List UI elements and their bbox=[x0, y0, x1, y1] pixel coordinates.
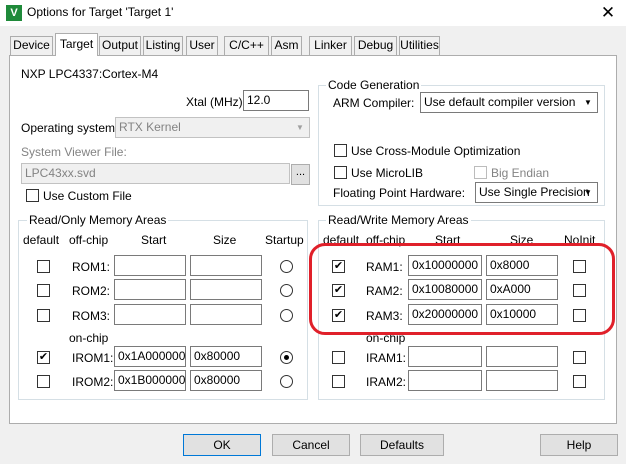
tab-cc[interactable]: C/C++ bbox=[224, 36, 269, 55]
chevron-down-icon: ▼ bbox=[584, 188, 592, 197]
rom-default-checkbox[interactable] bbox=[37, 260, 50, 273]
ram-noinit-checkbox[interactable] bbox=[573, 351, 586, 364]
fpu-select-value: Use Single Precision bbox=[479, 185, 590, 199]
rom-startup-radio[interactable] bbox=[280, 375, 293, 388]
svf-label: System Viewer File: bbox=[21, 145, 127, 159]
xtal-input[interactable]: 12.0 bbox=[243, 90, 309, 111]
svf-input[interactable]: LPC43xx.svd bbox=[21, 163, 290, 184]
custom-file-checkbox[interactable] bbox=[26, 189, 39, 202]
code-generation-title: Code Generation bbox=[326, 78, 422, 92]
os-select-value: RTX Kernel bbox=[119, 120, 181, 134]
window-title: Options for Target 'Target 1' bbox=[27, 5, 174, 19]
fpu-select[interactable]: Use Single Precision ▼ bbox=[475, 182, 598, 203]
rom-startup-radio[interactable] bbox=[280, 284, 293, 297]
rom-onchip-label: on-chip bbox=[69, 331, 109, 345]
ok-button[interactable]: OK bbox=[183, 434, 261, 456]
ram-start-input[interactable] bbox=[408, 346, 482, 367]
tab-listing[interactable]: Listing bbox=[143, 36, 183, 55]
rom-header-default: default bbox=[23, 233, 60, 247]
cross-module-checkbox[interactable] bbox=[334, 144, 347, 157]
rom-header-offchip: off-chip bbox=[69, 233, 109, 247]
rom-start-input[interactable] bbox=[114, 255, 186, 276]
title-bar: V Options for Target 'Target 1' ✕ bbox=[0, 0, 626, 26]
cancel-button[interactable]: Cancel bbox=[272, 434, 350, 456]
rom-row-label: IROM1: bbox=[72, 351, 114, 365]
rom-row-label: ROM2: bbox=[72, 284, 111, 298]
cross-module-label: Use Cross-Module Optimization bbox=[351, 144, 521, 158]
microlib-checkbox[interactable] bbox=[334, 166, 347, 179]
rom-size-input[interactable] bbox=[190, 304, 262, 325]
tab-device[interactable]: Device bbox=[10, 36, 53, 55]
big-endian-label: Big Endian bbox=[491, 166, 550, 180]
os-select[interactable]: RTX Kernel ▼ bbox=[115, 117, 310, 138]
rom-size-input[interactable]: 0x80000 bbox=[190, 370, 262, 391]
rom-startup-radio[interactable] bbox=[280, 351, 293, 364]
ram-start-input[interactable] bbox=[408, 370, 482, 391]
rom-header-start: Start bbox=[141, 233, 167, 247]
rom-row-label: ROM3: bbox=[72, 309, 111, 323]
rom-header-size: Size bbox=[213, 233, 237, 247]
rom-size-input[interactable]: 0x80000 bbox=[190, 346, 262, 367]
ram-row-label: IRAM1: bbox=[366, 351, 407, 365]
browse-button[interactable]: ... bbox=[291, 164, 310, 185]
xtal-label: Xtal (MHz): bbox=[186, 95, 246, 109]
compiler-select[interactable]: Use default compiler version ▼ bbox=[420, 92, 598, 113]
rom-startup-radio[interactable] bbox=[280, 309, 293, 322]
ram-noinit-checkbox[interactable] bbox=[573, 375, 586, 388]
rom-default-checkbox[interactable] bbox=[37, 284, 50, 297]
ram-size-input[interactable] bbox=[486, 346, 558, 367]
ram-default-checkbox[interactable] bbox=[332, 351, 345, 364]
tab-asm[interactable]: Asm bbox=[271, 36, 302, 55]
tab-output[interactable]: Output bbox=[99, 36, 141, 55]
rom-row-label: ROM1: bbox=[72, 260, 111, 274]
rom-header-startup: Startup bbox=[265, 233, 304, 247]
ram-default-checkbox[interactable] bbox=[332, 375, 345, 388]
fpu-label: Floating Point Hardware: bbox=[333, 186, 466, 200]
microlib-label: Use MicroLIB bbox=[351, 166, 424, 180]
ram-area-title: Read/Write Memory Areas bbox=[326, 213, 471, 227]
tab-target[interactable]: Target bbox=[55, 33, 98, 56]
compiler-select-value: Use default compiler version bbox=[424, 95, 576, 109]
help-button[interactable]: Help bbox=[540, 434, 618, 456]
rom-size-input[interactable] bbox=[190, 279, 262, 300]
tab-user[interactable]: User bbox=[186, 36, 218, 55]
rom-size-input[interactable] bbox=[190, 255, 262, 276]
app-icon: V bbox=[6, 5, 22, 21]
ram-highlight-annotation bbox=[309, 243, 615, 335]
close-icon[interactable]: ✕ bbox=[596, 2, 620, 24]
os-label: Operating system: bbox=[21, 121, 119, 135]
rom-row-label: IROM2: bbox=[72, 375, 114, 389]
rom-default-checkbox[interactable] bbox=[37, 309, 50, 322]
ram-row-label: IRAM2: bbox=[366, 375, 407, 389]
device-name: NXP LPC4337:Cortex-M4 bbox=[21, 67, 159, 81]
rom-start-input[interactable] bbox=[114, 304, 186, 325]
rom-default-checkbox[interactable]: ✔ bbox=[37, 351, 50, 364]
defaults-button[interactable]: Defaults bbox=[360, 434, 444, 456]
rom-start-input[interactable]: 0x1A000000 bbox=[114, 346, 186, 367]
custom-file-label: Use Custom File bbox=[43, 189, 132, 203]
tab-utilities[interactable]: Utilities bbox=[399, 36, 440, 55]
rom-start-input[interactable]: 0x1B000000 bbox=[114, 370, 186, 391]
tab-linker[interactable]: Linker bbox=[309, 36, 352, 55]
tab-debug[interactable]: Debug bbox=[354, 36, 397, 55]
rom-default-checkbox[interactable] bbox=[37, 375, 50, 388]
ram-size-input[interactable] bbox=[486, 370, 558, 391]
rom-area-title: Read/Only Memory Areas bbox=[27, 213, 169, 227]
chevron-down-icon: ▼ bbox=[584, 98, 592, 107]
rom-startup-radio[interactable] bbox=[280, 260, 293, 273]
compiler-label: ARM Compiler: bbox=[333, 96, 415, 110]
big-endian-checkbox[interactable] bbox=[474, 166, 487, 179]
chevron-down-icon: ▼ bbox=[296, 123, 304, 132]
rom-start-input[interactable] bbox=[114, 279, 186, 300]
